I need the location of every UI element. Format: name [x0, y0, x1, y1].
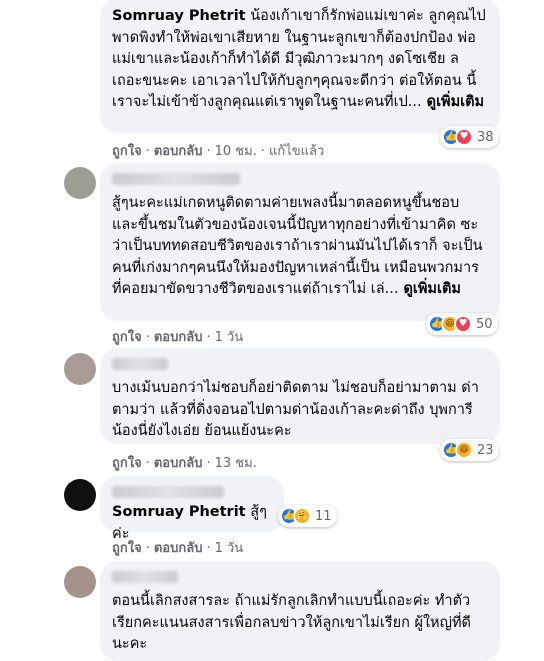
care-reaction-icon: 🤗 — [293, 507, 311, 525]
avatar[interactable] — [64, 566, 96, 598]
comment-bubble: Somruay Phetrit น้องเก้าเขาก็รักพ่อแม่เข… — [100, 0, 500, 133]
commenter-name-blurred[interactable] — [112, 486, 224, 498]
comment-time[interactable]: 1 วัน — [215, 330, 244, 345]
commenter-name-blurred[interactable] — [112, 571, 178, 583]
reaction-summary[interactable]: 👍 😆 23 — [440, 439, 499, 461]
love-reaction-icon: ♥ — [455, 128, 473, 146]
comment-text: ตอนนี้เลิกสงสารละ ถ้าแม่รักลูกเลิกทำแบบน… — [112, 593, 471, 652]
reaction-count: 50 — [476, 316, 493, 332]
comment-time[interactable]: 10 ชม. — [215, 144, 257, 159]
comment-bubble: บางเม้นบอกว่าไม่ชอบก็อย่าติดตาม ไม่ชอบก็… — [100, 348, 500, 444]
comment-author[interactable]: Somruay Phetrit — [112, 8, 246, 24]
see-more-link[interactable]: ดูเพิ่มเติม — [422, 94, 484, 110]
avatar[interactable] — [64, 479, 96, 511]
comment-actions: ถูกใจ · ตอบกลับ · 1 วัน — [112, 541, 244, 556]
avatar[interactable] — [64, 167, 96, 199]
haha-reaction-icon: 😆 — [455, 441, 473, 459]
comment-actions: ถูกใจ · ตอบกลับ · 10 ชม. · แก้ไขแล้ว — [112, 144, 325, 159]
reply-link[interactable]: ตอบกลับ — [154, 541, 203, 556]
like-link[interactable]: ถูกใจ — [112, 456, 142, 471]
comment-actions: ถูกใจ · ตอบกลับ · 13 ชม. — [112, 456, 257, 471]
avatar[interactable] — [64, 353, 96, 385]
comment-time[interactable]: 13 ชม. — [215, 456, 257, 471]
reaction-count: 11 — [315, 508, 332, 524]
reaction-summary[interactable]: 👍 😆 ♥ 50 — [426, 313, 498, 335]
reply-link[interactable]: ตอบกลับ — [154, 144, 203, 159]
comment-actions: ถูกใจ · ตอบกลับ · 1 วัน — [112, 330, 244, 345]
commenter-name-blurred[interactable] — [112, 173, 240, 185]
like-link[interactable]: ถูกใจ — [112, 144, 142, 159]
reaction-summary[interactable]: 👍 ♥ 38 — [440, 126, 499, 148]
commenter-name-blurred[interactable] — [112, 358, 168, 370]
comment-text: บางเม้นบอกว่าไม่ชอบก็อย่าติดตาม ไม่ชอบก็… — [112, 380, 479, 439]
comment-bubble: Somruay Phetrit สู้ๆค่ะ — [100, 476, 284, 542]
reaction-count: 23 — [477, 442, 494, 458]
like-link[interactable]: ถูกใจ — [112, 330, 142, 345]
comment-bubble: สู้ๆนะคะแม่เกดหนูติดตามค่ายเพลงนี้มาตลอด… — [100, 163, 500, 321]
edited-label: แก้ไขแล้ว — [268, 144, 325, 159]
reaction-count: 38 — [477, 129, 494, 145]
reaction-summary[interactable]: 👍 🤗 11 — [278, 505, 337, 527]
see-more-link[interactable]: ดูเพิ่มเติม — [398, 281, 461, 297]
like-link[interactable]: ถูกใจ — [112, 541, 142, 556]
comment-author[interactable]: Somruay Phetrit — [112, 504, 246, 520]
comment-bubble: ตอนนี้เลิกสงสารละ ถ้าแม่รักลูกเลิกทำแบบน… — [100, 561, 500, 661]
reply-link[interactable]: ตอบกลับ — [154, 456, 203, 471]
love-reaction-icon: ♥ — [454, 315, 472, 333]
reply-link[interactable]: ตอบกลับ — [154, 330, 203, 345]
comment-time[interactable]: 1 วัน — [215, 541, 244, 556]
